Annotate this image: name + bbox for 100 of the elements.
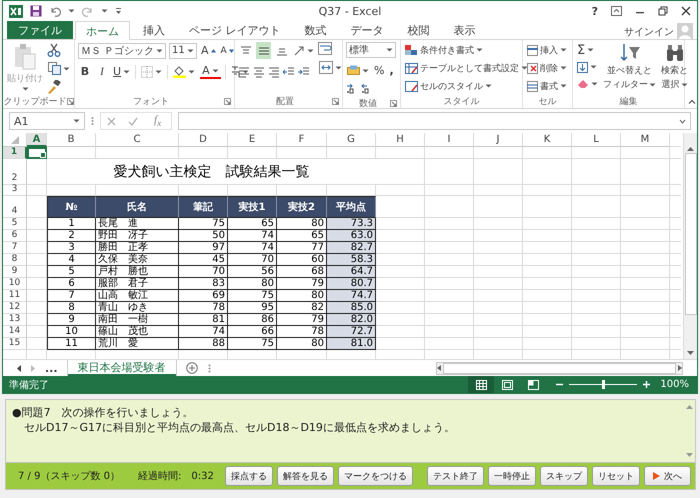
row-heading[interactable]: 4	[3, 196, 27, 218]
row-heading[interactable]: 7	[3, 242, 27, 254]
action-button[interactable]: スキップ	[540, 466, 588, 486]
cell-styles-button[interactable]: セルのスタイル	[404, 78, 529, 94]
zoom-out-icon[interactable]	[556, 381, 564, 388]
previous-sheet-icon[interactable]	[17, 364, 21, 372]
insert-cells-button[interactable]: 挿入	[526, 42, 568, 58]
column-heading[interactable]: J	[474, 133, 523, 147]
file-tab[interactable]: ファイル	[7, 21, 73, 39]
zoom-in-icon[interactable]	[643, 381, 650, 388]
row-heading[interactable]: 9	[3, 266, 27, 278]
column-heading[interactable]: H	[376, 133, 425, 147]
row-heading[interactable]: 2	[3, 159, 27, 185]
row-heading[interactable]: 11	[3, 290, 27, 302]
number-format-field[interactable]: 標準	[346, 42, 396, 58]
action-button[interactable]: 解答を見る	[277, 466, 334, 486]
column-heading[interactable]: B	[47, 133, 96, 147]
action-button[interactable]: マークをつける	[338, 466, 413, 486]
copy-button[interactable]	[47, 60, 71, 77]
delete-cells-button[interactable]: 削除	[526, 60, 568, 76]
next-button[interactable]: 次へ	[644, 466, 691, 486]
ribbon-display-icon[interactable]	[611, 6, 622, 16]
row-heading[interactable]: 10	[3, 278, 27, 290]
autosum-button[interactable]: Σ	[576, 42, 599, 58]
row-heading[interactable]: 1	[3, 147, 27, 159]
splitter-icon[interactable]	[208, 364, 211, 372]
name-box[interactable]: A1	[9, 112, 85, 130]
ribbon-tab[interactable]: 挿入	[132, 21, 176, 39]
close-icon[interactable]	[681, 6, 691, 16]
action-button[interactable]: 採点する	[225, 466, 273, 486]
zoom-slider-thumb[interactable]	[602, 380, 606, 389]
help-button[interactable]: ?	[592, 4, 598, 18]
zoom-level[interactable]: 100%	[660, 379, 689, 390]
ribbon-tab[interactable]: ホーム	[75, 21, 130, 40]
more-sheets-button[interactable]: ...	[45, 362, 58, 374]
dialog-launcher-icon[interactable]	[224, 98, 231, 104]
grow-font-button[interactable]: A	[200, 42, 217, 59]
row-heading[interactable]: 6	[3, 230, 27, 242]
ribbon-tab[interactable]: 表示	[442, 21, 486, 39]
wrap-text-icon[interactable]	[318, 42, 332, 55]
middle-align-button[interactable]	[256, 42, 271, 59]
row-heading[interactable]: 3	[3, 185, 27, 196]
insert-function-button[interactable]: f$_{x}$	[150, 114, 166, 128]
dialog-launcher-icon[interactable]	[390, 100, 397, 107]
scroll-up-icon[interactable]	[687, 147, 694, 151]
scroll-down-icon[interactable]	[687, 351, 694, 355]
fill-button[interactable]	[576, 59, 599, 75]
column-heading[interactable]: K	[523, 133, 572, 147]
align-center-icon[interactable]	[253, 66, 265, 78]
scrollbar-thumb[interactable]	[684, 153, 696, 315]
new-sheet-icon[interactable]	[186, 362, 198, 374]
customize-icon[interactable]	[115, 8, 122, 14]
comma-button[interactable]: ,	[388, 62, 395, 79]
horizontal-scrollbar[interactable]	[436, 362, 683, 374]
column-heading[interactable]: G	[327, 133, 376, 147]
sort-filter-button[interactable]: 並べ替えと フィルター	[602, 42, 657, 94]
align-right-icon[interactable]	[268, 66, 280, 78]
column-heading[interactable]: D	[179, 133, 228, 147]
row-heading[interactable]: 5	[3, 218, 27, 230]
save-icon[interactable]	[30, 5, 42, 17]
dialog-launcher-icon[interactable]	[332, 98, 339, 104]
row-heading[interactable]: 12	[3, 302, 27, 314]
row-heading[interactable]: 14	[3, 326, 27, 338]
action-button[interactable]: リセット	[592, 466, 640, 486]
ribbon-tab[interactable]: ページ レイアウト	[178, 21, 292, 39]
format-cells-button[interactable]: 書式	[526, 78, 568, 94]
conditional-format-button[interactable]: 条件付き書式	[404, 42, 529, 58]
expand-icon[interactable]	[679, 118, 686, 124]
cut-icon[interactable]	[47, 43, 61, 57]
shrink-font-button[interactable]: A	[220, 42, 235, 59]
italic-button[interactable]: I	[96, 63, 108, 80]
align-left-icon[interactable]	[238, 66, 250, 78]
ribbon-tab[interactable]: 数式	[294, 21, 338, 39]
row-heading[interactable]: 15	[3, 338, 27, 350]
merge-button[interactable]	[318, 59, 343, 76]
column-heading[interactable]: M	[621, 133, 670, 147]
column-heading[interactable]: A	[27, 133, 47, 147]
underline-button[interactable]: U	[112, 63, 132, 80]
action-button[interactable]: テスト終了	[427, 466, 484, 486]
row-heading[interactable]: 8	[3, 254, 27, 266]
font-color-button[interactable]: A	[200, 64, 221, 78]
column-heading[interactable]: I	[425, 133, 474, 147]
sheet-tab[interactable]: 東日本会場受験者	[68, 360, 176, 376]
formula-input[interactable]	[178, 112, 691, 130]
sign-in-link[interactable]: サインイン	[624, 25, 674, 39]
font-name-field[interactable]: ＭＳ Ｐゴシック	[78, 42, 166, 58]
column-heading[interactable]: E	[228, 133, 277, 147]
font-size-field[interactable]: 11	[169, 42, 197, 58]
restore-icon[interactable]	[658, 6, 668, 16]
format-painter-icon[interactable]	[47, 80, 61, 94]
dialog-launcher-icon[interactable]	[66, 98, 74, 104]
action-button[interactable]: 一時停止	[488, 466, 536, 486]
column-heading[interactable]: L	[572, 133, 621, 147]
decrease-indent-icon[interactable]	[283, 66, 295, 78]
find-select-button[interactable]: 検索と 選択	[660, 42, 689, 94]
normal-view-button[interactable]	[468, 376, 494, 393]
column-heading[interactable]: F	[277, 133, 327, 147]
ribbon-tab[interactable]: 校閲	[396, 21, 440, 39]
collapse-ribbon-icon[interactable]	[688, 99, 696, 104]
bold-button[interactable]: B	[78, 63, 92, 80]
